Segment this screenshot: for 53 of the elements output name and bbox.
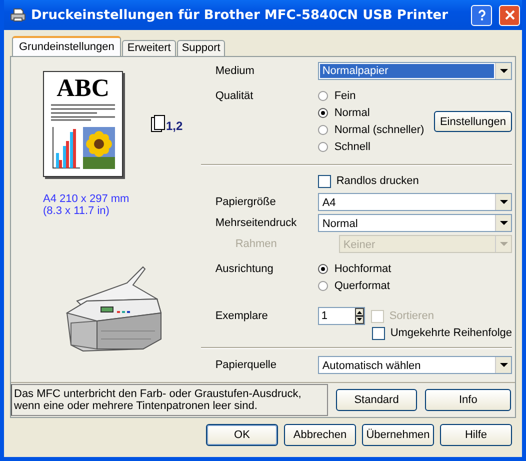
radio-option[interactable]: Hochformat	[318, 260, 392, 277]
text-lines-drawing	[51, 103, 115, 121]
radio-circle[interactable]	[318, 124, 328, 134]
preview-heading: ABC	[56, 76, 110, 102]
dialog-button[interactable]: OK	[206, 424, 278, 446]
field-label: Exemplare	[215, 309, 269, 324]
tab[interactable]: Support	[176, 40, 226, 56]
field-label: Papiergröße	[215, 195, 277, 210]
radio-option[interactable]: Schnell	[318, 138, 424, 155]
field-label: Medium	[215, 64, 256, 79]
tab[interactable]: Grundeinstellungen	[12, 36, 122, 56]
message-text: Das MFC unterbricht den Farb- oder Graustufen-Ausdruck, wenn eine oder mehrere Tintenpatronen leer sind.	[11, 384, 328, 416]
spin-field[interactable]: 1	[318, 307, 366, 325]
pages-icon	[151, 115, 165, 133]
window-title: Druckeinstellungen für Brother MFC-5840CN USB Printer	[31, 8, 450, 22]
radio-option[interactable]: Normal (schneller)	[318, 121, 424, 138]
close-button[interactable]	[499, 4, 520, 26]
checkbox[interactable]: Randlos drucken	[318, 173, 419, 189]
panel-button[interactable]: Info	[425, 389, 511, 411]
radio-option[interactable]: Normal	[318, 104, 424, 121]
help-icon	[476, 9, 488, 21]
radio-circle[interactable]	[318, 280, 328, 290]
spin-arrows-icon[interactable]	[355, 308, 364, 324]
dropdown[interactable]: Normal	[318, 214, 512, 232]
bar-chart-drawing	[52, 127, 80, 169]
field-label: Qualität	[215, 89, 254, 104]
help-button[interactable]	[471, 4, 492, 26]
paper-size-text: (8.3 x 11.7 in)	[43, 205, 110, 217]
panel-button[interactable]: Standard	[336, 389, 418, 411]
settings-button[interactable]: Einstellungen	[434, 111, 512, 132]
dialog-button[interactable]: Abbrechen	[284, 424, 356, 446]
dialog-button[interactable]: Übernehmen	[362, 424, 434, 446]
field-label: Mehrseitendruck	[215, 216, 298, 231]
close-icon	[504, 9, 516, 21]
sunflower-picture	[82, 127, 114, 169]
checkbox[interactable]: Umgekehrte Reihenfolge	[372, 325, 512, 341]
copies-indicator: 1,2	[166, 119, 183, 133]
printer-icon	[10, 7, 26, 23]
tab[interactable]: Erweitert	[122, 40, 176, 56]
field-label: Papierquelle	[215, 358, 278, 373]
dropdown[interactable]: A4	[318, 193, 512, 211]
dropdown[interactable]: Normalpapier	[318, 62, 512, 80]
radio-circle[interactable]	[318, 108, 328, 118]
field-label: Ausrichtung	[215, 262, 274, 277]
paper-size-text: A4 210 x 297 mm	[43, 193, 130, 205]
dialog-button[interactable]: Hilfe	[440, 424, 512, 446]
radio-circle[interactable]	[318, 264, 328, 274]
radio-circle[interactable]	[318, 142, 328, 152]
field-label: Rahmen	[234, 237, 278, 252]
radio-circle[interactable]	[318, 90, 328, 100]
dropdown[interactable]: Automatisch wählen	[318, 356, 512, 374]
radio-option[interactable]: Fein	[318, 87, 424, 104]
radio-option[interactable]: Querformat	[318, 277, 392, 294]
